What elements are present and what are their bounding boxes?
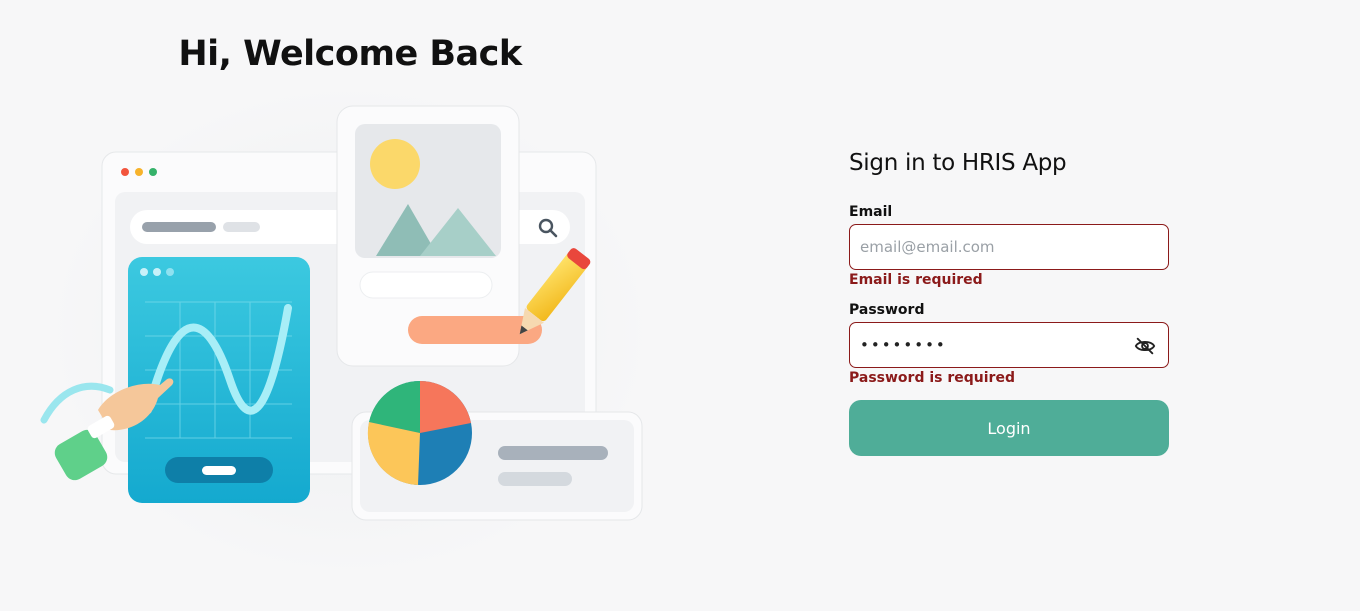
welcome-title: Hi, Welcome Back: [178, 34, 522, 74]
email-error: Email is required: [849, 272, 983, 288]
password-error: Password is required: [849, 370, 1015, 386]
login-button[interactable]: Login: [849, 400, 1169, 456]
password-input[interactable]: [850, 323, 1120, 367]
password-field-box: [849, 322, 1169, 368]
email-input[interactable]: [850, 225, 1120, 269]
eye-off-icon[interactable]: [1134, 335, 1156, 357]
login-form: Sign in to HRIS App Email Email is requi…: [849, 150, 1169, 456]
email-label: Email: [849, 204, 893, 220]
email-field-box: [849, 224, 1169, 270]
form-heading: Sign in to HRIS App: [849, 150, 1067, 176]
dashboard-illustration: [40, 85, 650, 575]
password-label: Password: [849, 302, 925, 318]
